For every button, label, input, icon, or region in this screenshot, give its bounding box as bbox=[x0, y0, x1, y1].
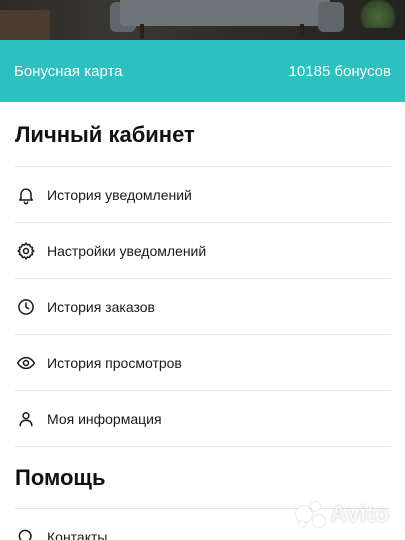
user-icon bbox=[15, 408, 37, 430]
menu-item-label: Моя информация bbox=[47, 411, 162, 427]
menu-item-notification-history[interactable]: История уведомлений bbox=[0, 167, 405, 223]
watermark-text: Avito bbox=[330, 501, 390, 528]
menu-item-order-history[interactable]: История заказов bbox=[0, 279, 405, 335]
header-photo bbox=[0, 0, 405, 40]
bonus-points-value: 10185 бонусов bbox=[288, 62, 391, 80]
avito-logo-icon bbox=[296, 502, 326, 528]
menu-item-label: История просмотров bbox=[47, 355, 182, 371]
clock-icon bbox=[15, 296, 37, 318]
gear-icon bbox=[15, 240, 37, 262]
bell-icon bbox=[15, 184, 37, 206]
section-title-help: Помощь bbox=[15, 465, 106, 490]
bonus-card-bar[interactable]: Бонусная карта 10185 бонусов bbox=[0, 40, 405, 102]
menu-item-label: Контакты bbox=[47, 529, 108, 540]
menu-item-label: Настройки уведомлений bbox=[47, 243, 207, 259]
menu-item-label: История заказов bbox=[47, 299, 155, 315]
search-icon bbox=[15, 526, 37, 540]
menu-item-my-information[interactable]: Моя информация bbox=[0, 391, 405, 447]
divider bbox=[15, 446, 390, 447]
bonus-card-label: Бонусная карта bbox=[14, 62, 123, 80]
eye-icon bbox=[15, 352, 37, 374]
menu-item-label: История уведомлений bbox=[47, 187, 192, 203]
menu-item-view-history[interactable]: История просмотров bbox=[0, 335, 405, 391]
avito-watermark: Avito bbox=[296, 500, 389, 530]
section-title-cabinet: Личный кабинет bbox=[15, 122, 195, 147]
profile-screen: Бонусная карта 10185 бонусов Личный каби… bbox=[0, 0, 405, 540]
menu-item-notification-settings[interactable]: Настройки уведомлений bbox=[0, 223, 405, 279]
